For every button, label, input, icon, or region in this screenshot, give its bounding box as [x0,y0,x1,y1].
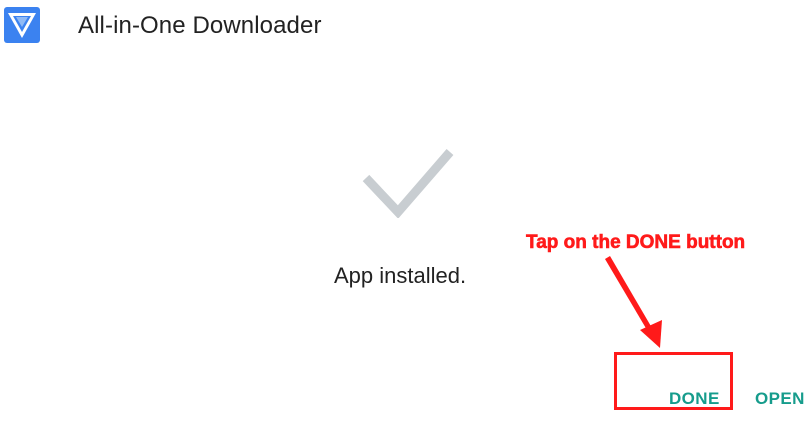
checkmark-icon [362,149,454,218]
annotation-arrow-icon [605,256,662,348]
open-button[interactable]: OPEN [755,388,805,410]
install-status-text: App installed. [334,263,467,288]
app-title: All-in-One Downloader [78,12,322,39]
annotation-text: Tap on the DONE button [526,232,746,254]
annotation-highlight-box [614,352,733,410]
downloader-logo-icon [4,7,40,43]
